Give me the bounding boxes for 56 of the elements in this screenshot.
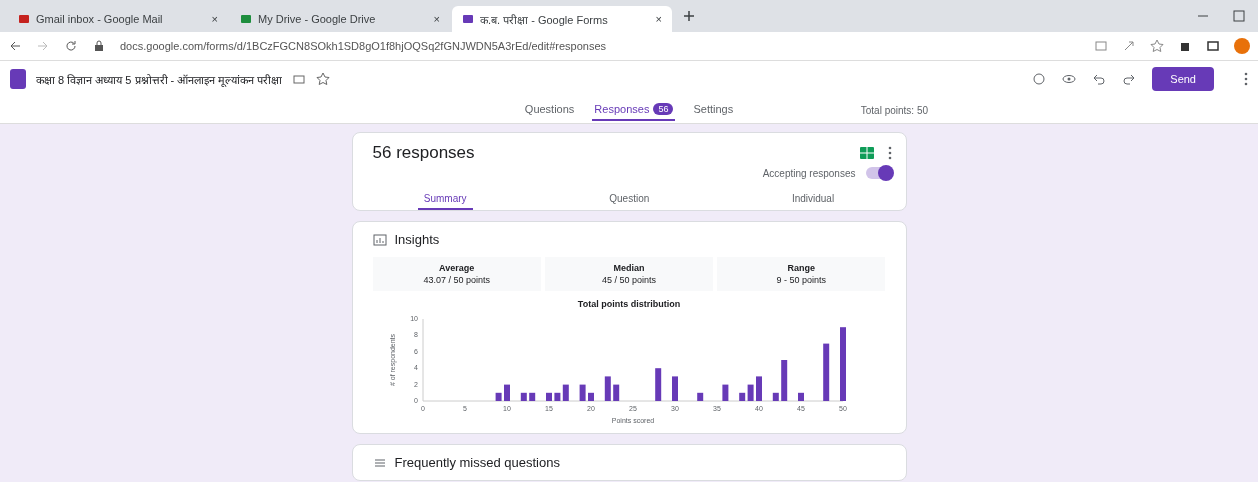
chart-bar xyxy=(671,376,678,401)
form-tab[interactable]: Settings xyxy=(691,99,736,121)
chart-icon xyxy=(372,232,387,247)
stat-label: Median xyxy=(612,263,646,273)
response-tab[interactable]: Summary xyxy=(417,189,473,210)
chart-bar xyxy=(797,392,804,401)
form-title[interactable]: कक्षा 8 विज्ञान अध्याय 5 प्रश्नोत्तरी - ऑनलाइन मूल्यांकन परीक्षा xyxy=(36,71,283,87)
response-count: 56 responses xyxy=(372,143,475,163)
close-icon[interactable]: × xyxy=(655,13,662,25)
stat-label: Average xyxy=(438,263,476,273)
chart-bar xyxy=(822,343,829,401)
more-icon[interactable] xyxy=(887,146,892,160)
new-tab-icon[interactable] xyxy=(682,9,696,23)
browser-tab[interactable]: क.ब. परीक्षा - Google Forms × xyxy=(452,6,672,32)
close-icon[interactable]: × xyxy=(211,13,218,25)
response-tab[interactable]: Individual xyxy=(785,189,841,210)
insights-title: Insights xyxy=(394,232,440,247)
chart-bar xyxy=(654,368,661,401)
chart-title: Total points distribution xyxy=(576,299,682,309)
stat-value: 9 - 50 points xyxy=(775,275,828,285)
reload-icon[interactable] xyxy=(64,39,78,53)
chart-bar xyxy=(738,392,745,401)
stat-value: 43.07 / 50 points xyxy=(422,275,491,285)
browser-tab[interactable]: Gmail inbox - Google Mail × xyxy=(8,6,228,32)
close-icon[interactable]: × xyxy=(433,13,440,25)
maximize-icon[interactable] xyxy=(1232,9,1246,23)
redo-icon[interactable] xyxy=(1122,72,1137,86)
star-icon[interactable] xyxy=(1150,39,1164,53)
stat-label: Range xyxy=(786,263,817,273)
accepting-responses-label: Accepting responses xyxy=(762,167,856,179)
share-icon[interactable] xyxy=(1122,39,1136,53)
undo-icon[interactable] xyxy=(1092,72,1107,86)
preview-eye-icon[interactable] xyxy=(1062,72,1077,86)
chart-bar xyxy=(562,384,569,401)
form-tab[interactable]: Questions xyxy=(522,99,577,121)
spreadsheet-icon[interactable] xyxy=(859,147,874,159)
form-tab[interactable]: Responses 56 xyxy=(592,99,676,121)
page-icon xyxy=(462,13,474,25)
page-icon xyxy=(18,13,30,25)
profile-avatar[interactable] xyxy=(1234,38,1250,54)
send-button[interactable]: Send xyxy=(1152,67,1214,91)
section-title: Frequently missed questions xyxy=(394,455,560,470)
back-icon[interactable] xyxy=(8,39,22,53)
page-icon xyxy=(240,13,252,25)
stat-value: 45 / 50 points xyxy=(600,275,657,285)
more-icon[interactable] xyxy=(1244,72,1248,86)
star-icon[interactable] xyxy=(316,72,331,86)
accepting-toggle[interactable] xyxy=(865,167,892,179)
chart-bar xyxy=(721,384,728,401)
chart-bar xyxy=(696,392,703,401)
lock-icon xyxy=(92,39,106,53)
response-tab[interactable]: Question xyxy=(603,189,656,210)
browser-tab[interactable]: My Drive - Google Drive × xyxy=(230,6,450,32)
response-count-badge: 56 xyxy=(653,103,674,115)
total-points: Total points: 50 xyxy=(860,104,928,116)
forms-logo-icon[interactable] xyxy=(10,69,26,89)
